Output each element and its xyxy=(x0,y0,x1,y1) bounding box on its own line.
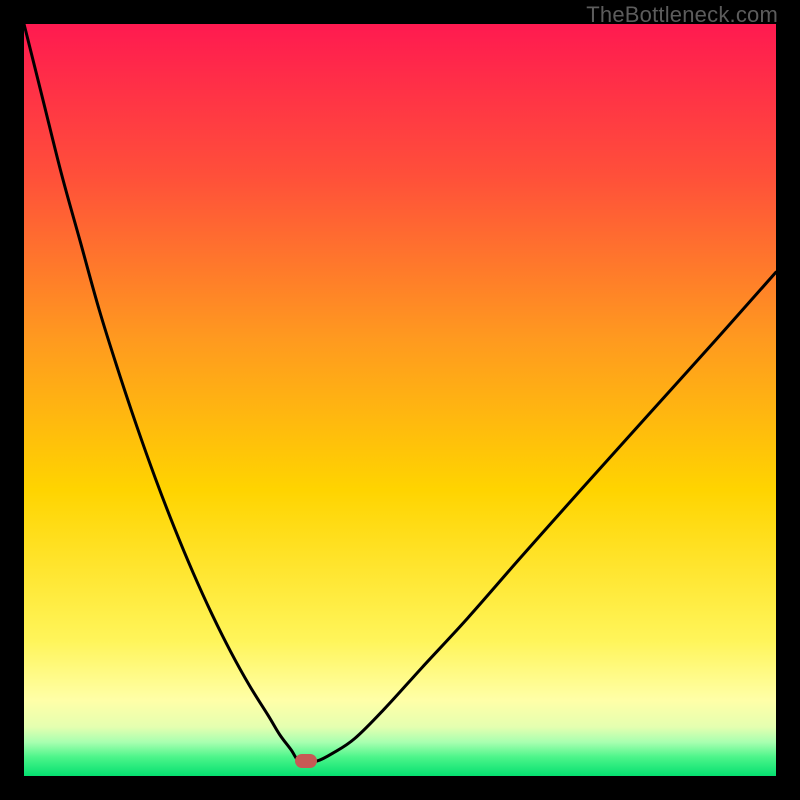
chart-frame xyxy=(24,24,776,776)
optimum-marker xyxy=(295,754,317,768)
bottleneck-chart xyxy=(24,24,776,776)
watermark-text: TheBottleneck.com xyxy=(586,2,778,28)
